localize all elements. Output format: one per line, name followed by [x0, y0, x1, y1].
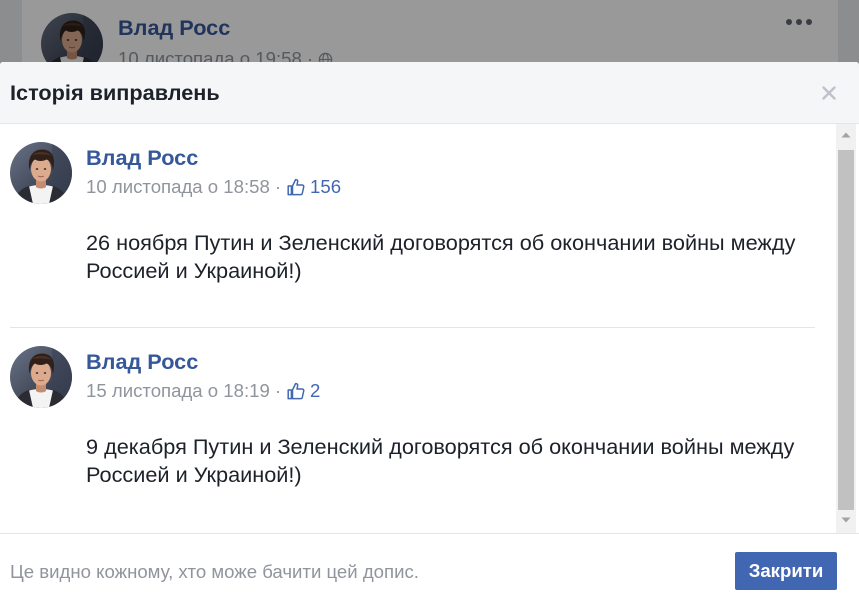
close-icon[interactable] [821, 85, 837, 101]
close-button[interactable]: Закрити [735, 552, 837, 590]
revision-text-line: Россией и Украиной!) [86, 258, 302, 283]
revision-meta: 10 листопада о 18:58 · 156 [86, 175, 341, 199]
like-count: 156 [310, 176, 342, 197]
revision-text-line: 26 ноября Путин и Зеленский договорятся … [86, 230, 796, 255]
like-icon [286, 381, 306, 401]
like-icon [286, 177, 306, 197]
avatar[interactable] [10, 142, 72, 204]
revision-list[interactable]: Влад Росс 10 листопада о 18:58 · 156 26 … [0, 124, 859, 533]
revision-text-line: Россией и Украиной!) [86, 462, 302, 487]
meta-separator: · [274, 380, 282, 401]
revision-timestamp: 15 листопада о 18:19 [86, 380, 270, 401]
dialog-header: Історія виправлень [0, 62, 859, 124]
avatar-image [10, 142, 72, 204]
dialog-footer: Це видно кожному, хто може бачити цей до… [0, 533, 859, 603]
revision-text-line: 9 декабря Путин и Зеленский договорятся … [86, 434, 795, 459]
visibility-note: Це видно кожному, хто може бачити цей до… [10, 561, 419, 582]
scroll-down-arrow-icon[interactable] [836, 510, 856, 530]
edit-history-dialog: Історія виправлень Влад Росс 10 листопад… [0, 62, 859, 603]
revision-item: Влад Росс 15 листопада о 18:19 · 2 9 дек… [0, 328, 836, 533]
like-count: 2 [310, 380, 321, 401]
dialog-title: Історія виправлень [10, 80, 220, 105]
author-name[interactable]: Влад Росс [86, 349, 198, 375]
scrollbar[interactable] [836, 124, 856, 533]
scroll-up-arrow-icon[interactable] [836, 125, 856, 145]
revision-timestamp: 10 листопада о 18:58 [86, 176, 270, 197]
revision-item: Влад Росс 10 листопада о 18:58 · 156 26 … [0, 124, 836, 328]
revision-meta: 15 листопада о 18:19 · 2 [86, 379, 320, 403]
author-name[interactable]: Влад Росс [86, 145, 198, 171]
meta-separator: · [274, 176, 282, 197]
avatar-image [10, 346, 72, 408]
scrollbar-thumb[interactable] [838, 150, 854, 510]
avatar[interactable] [10, 346, 72, 408]
